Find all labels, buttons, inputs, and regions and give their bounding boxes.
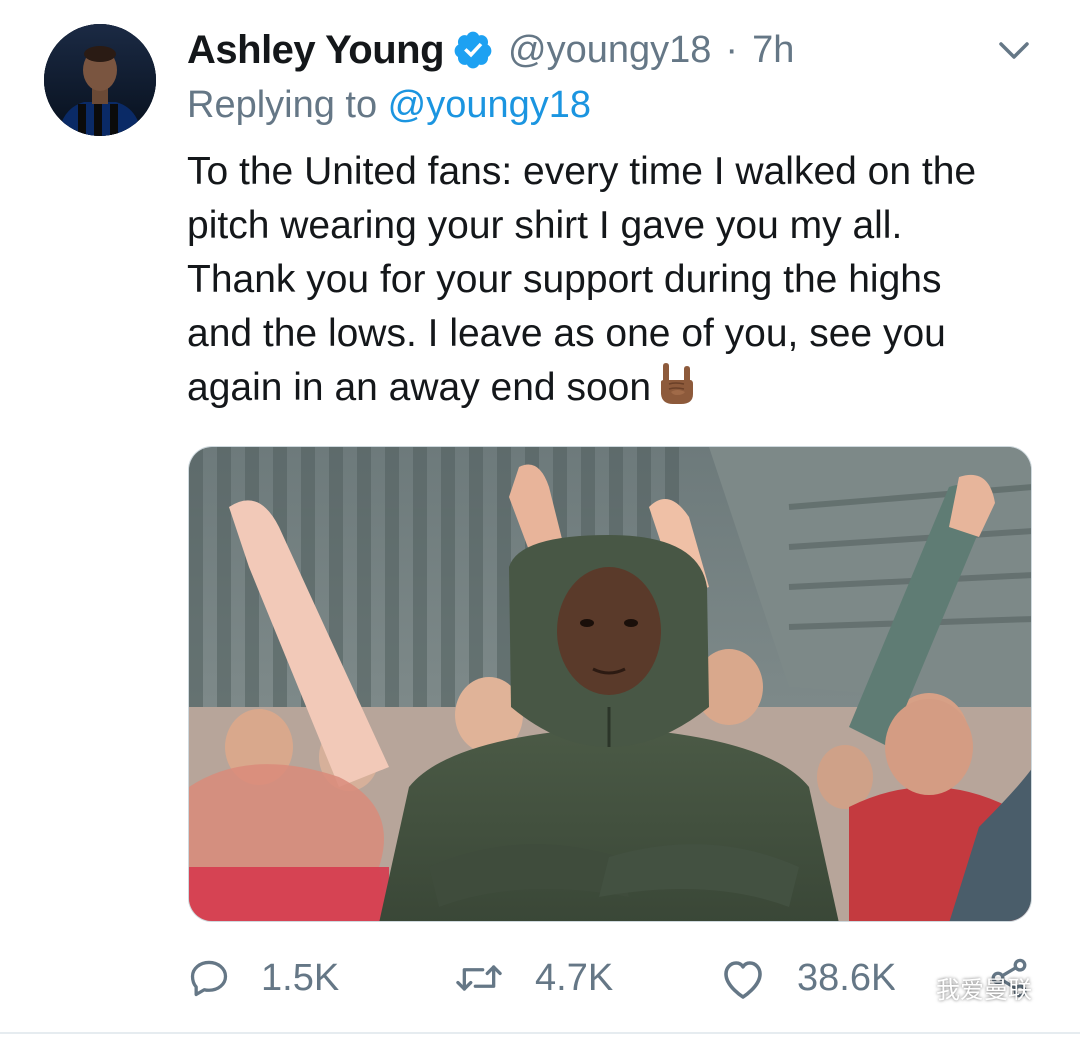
watermark: 我爱曼联 [892, 970, 1032, 1005]
heart-icon [724, 961, 762, 999]
avatar-image [44, 24, 156, 136]
watermark-text: 我爱曼联 [936, 977, 1032, 1004]
retweet-icon [456, 965, 502, 991]
tweet-text: To the United fans: every time I walked … [187, 145, 1017, 415]
divider [0, 1032, 1080, 1034]
tweet-time[interactable]: 7h [752, 29, 794, 72]
tweet-header: Ashley Young @youngy18 · 7h [187, 22, 794, 78]
reply-button[interactable]: 1.5K [187, 948, 339, 1008]
replying-to: Replying to @youngy18 [187, 84, 591, 127]
tweet: Ashley Young @youngy18 · 7h Replying to … [0, 0, 1080, 1040]
tweet-photo[interactable] [188, 446, 1032, 922]
separator-dot: · [725, 28, 739, 71]
author-name[interactable]: Ashley Young [187, 28, 445, 73]
retweet-count: 4.7K [535, 956, 614, 999]
wechat-logo-icon [894, 974, 928, 1000]
avatar[interactable] [44, 24, 156, 136]
replying-mention[interactable]: @youngy18 [388, 84, 591, 126]
author-handle[interactable]: @youngy18 [508, 29, 711, 72]
like-button[interactable]: 38.6K [719, 948, 896, 1008]
stadium-fans-photo [189, 447, 1031, 921]
reply-count: 1.5K [261, 956, 340, 999]
like-count: 38.6K [797, 956, 897, 999]
chevron-down-icon[interactable] [996, 36, 1032, 64]
tweet-text-content: To the United fans: every time I walked … [187, 150, 977, 409]
retweet-button[interactable]: 4.7K [453, 948, 613, 1008]
horns-hand-emoji-icon [657, 362, 697, 406]
verified-badge-icon [452, 29, 494, 71]
replying-prefix: Replying to [187, 84, 388, 126]
reply-icon [190, 960, 228, 997]
